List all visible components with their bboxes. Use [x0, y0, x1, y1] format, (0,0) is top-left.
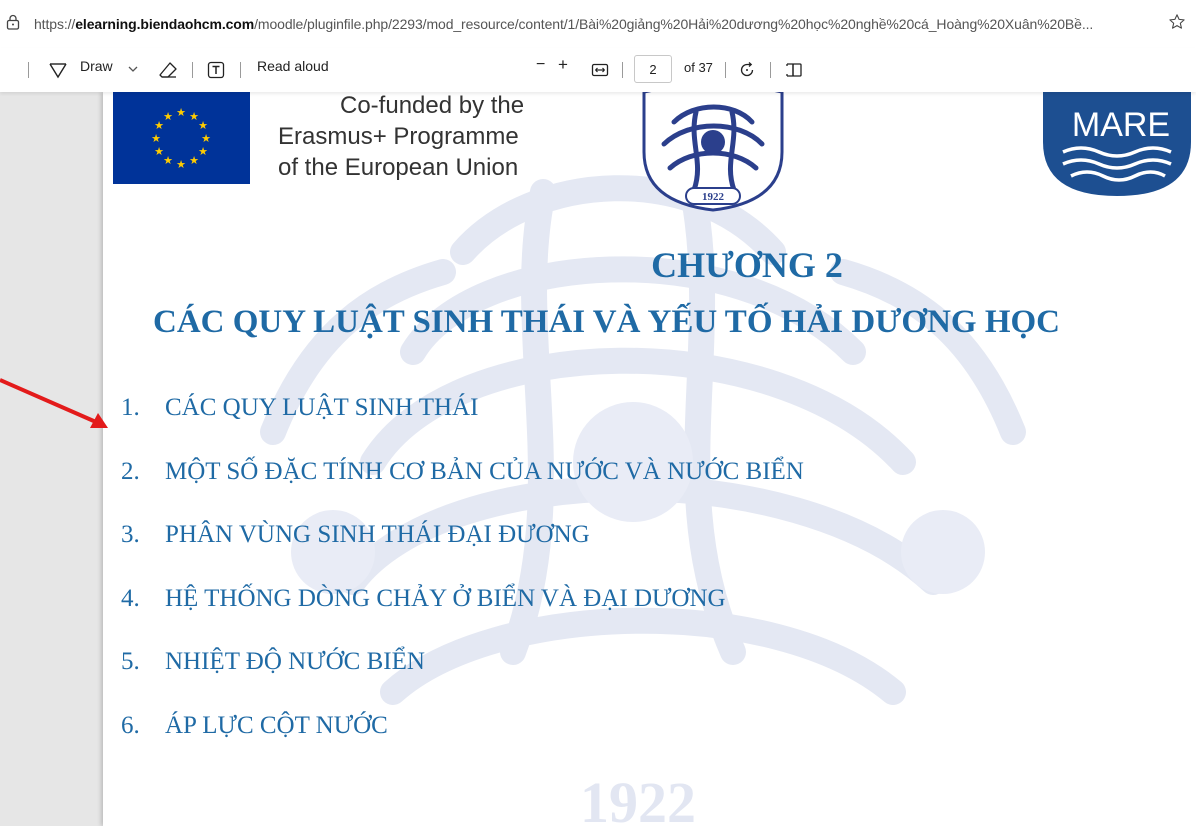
url-prefix: https:// [34, 16, 76, 32]
toc-item[interactable]: 5. NHIỆT ĐỘ NƯỚC BIỂN [121, 648, 804, 712]
toolbar-divider [622, 62, 623, 78]
toc-text: HỆ THỐNG DÒNG CHẢY Ở BIỂN VÀ ĐẠI DƯƠNG [165, 584, 726, 612]
zoom-out-button[interactable]: − [536, 56, 545, 74]
toc-text: PHÂN VÙNG SINH THÁI ĐẠI ĐƯƠNG [165, 521, 590, 548]
toc-item[interactable]: 3. PHÂN VÙNG SINH THÁI ĐẠI ĐƯƠNG [121, 521, 804, 585]
toc-text: MỘT SỐ ĐẶC TÍNH CƠ BẢN CỦA NƯỚC VÀ NƯỚC … [165, 457, 804, 485]
url-path: /moodle/pluginfile.php/2293/mod_resource… [254, 16, 1094, 32]
chapter-subtitle: CÁC QUY LUẬT SINH THÁI VÀ YẾU TỐ HẢI DƯƠ… [153, 304, 1061, 340]
fit-width-icon[interactable] [590, 60, 610, 80]
eu-flag-logo: ★ ★★ ★★★ ★★★ ★★★ [113, 92, 250, 184]
table-of-contents: 1. CÁC QUY LUẬT SINH THÁI 2. MỘT SỐ ĐẶC TÍ… [121, 394, 804, 775]
svg-text:★: ★ [198, 145, 208, 158]
erasmus-line-3: of the European Union [278, 154, 519, 181]
page-view-icon[interactable] [784, 60, 804, 80]
toc-text: ÁP LỰC CỘT NƯỚC [165, 711, 388, 739]
chapter-title: CHƯƠNG 2 [651, 245, 843, 285]
chevron-down-icon[interactable] [126, 62, 140, 76]
toolbar-divider [240, 62, 241, 78]
svg-text:★: ★ [151, 132, 161, 145]
zoom-in-button[interactable]: + [558, 55, 568, 75]
site-info-icon[interactable] [6, 14, 20, 30]
rotate-icon[interactable] [737, 60, 757, 80]
url-domain: elearning.biendaohcm.com [75, 16, 255, 32]
svg-text:★: ★ [163, 154, 173, 167]
erasmus-line-2: Erasmus+ Programme [278, 123, 519, 150]
toc-number: 2. [121, 457, 140, 485]
erasmus-line-1: Co-funded by the [340, 92, 525, 119]
mare-logo-text: MARE [1072, 106, 1170, 144]
toc-item[interactable]: 6. ÁP LỰC CỘT NƯỚC [121, 712, 804, 776]
page-total-label: of 37 [684, 60, 713, 75]
toc-number: 1. [121, 394, 140, 421]
svg-text:★: ★ [176, 106, 186, 119]
emblem-year: 1922 [702, 191, 725, 203]
toolbar-divider [725, 62, 726, 78]
watermark-year: 1922 [580, 770, 696, 826]
toolbar-divider [192, 62, 193, 78]
toc-item[interactable]: 1. CÁC QUY LUẬT SINH THÁI [121, 394, 804, 458]
toc-number: 4. [121, 584, 140, 612]
url-field[interactable]: https://elearning.biendaohcm.com/moodle/… [34, 16, 1154, 32]
eraser-icon[interactable] [158, 60, 178, 80]
erasmus-cofunded-text: Co-funded by the Erasmus+ Programme of t… [278, 92, 524, 183]
svg-text:★: ★ [176, 158, 186, 171]
svg-text:★: ★ [163, 110, 173, 123]
university-emblem-logo: 1922 [642, 92, 784, 212]
mare-logo: MARE [1043, 92, 1191, 196]
toc-item[interactable]: 2. MỘT SỐ ĐẶC TÍNH CƠ BẢN CỦA NƯỚC VÀ NƯỚ… [121, 458, 804, 522]
svg-text:★: ★ [201, 132, 211, 145]
draw-icon[interactable] [48, 60, 68, 80]
draw-button[interactable]: Draw [80, 58, 113, 74]
address-bar: https://elearning.biendaohcm.com/moodle/… [0, 0, 1196, 48]
svg-text:★: ★ [198, 119, 208, 132]
toc-item[interactable]: 4. HỆ THỐNG DÒNG CHẢY Ở BIỂN VÀ ĐẠI DƯƠNG [121, 585, 804, 649]
toc-number: 3. [121, 521, 140, 548]
toc-text: CÁC QUY LUẬT SINH THÁI [165, 394, 479, 421]
toolbar-divider [770, 62, 771, 78]
svg-text:★: ★ [154, 145, 164, 158]
text-box-icon[interactable] [206, 60, 226, 80]
toc-text: NHIỆT ĐỘ NƯỚC BIỂN [165, 648, 425, 675]
pdf-toolbar: Draw Read aloud − + 2 of 37 [0, 48, 1196, 92]
toc-number: 5. [121, 648, 140, 675]
pdf-page: 1922 ★ ★ ★ ★ ★ ★ ★ ★ ★ ★ ★ ★ Co-funded by the Er… [103, 92, 1196, 826]
svg-text:★: ★ [189, 154, 199, 167]
favorite-star-icon[interactable] [1168, 13, 1186, 31]
read-aloud-button[interactable]: Read aloud [257, 58, 329, 74]
red-arrow-annotation [0, 378, 108, 428]
page-number-input[interactable]: 2 [634, 55, 672, 83]
toc-number: 6. [121, 711, 140, 739]
toolbar-divider [28, 62, 29, 78]
